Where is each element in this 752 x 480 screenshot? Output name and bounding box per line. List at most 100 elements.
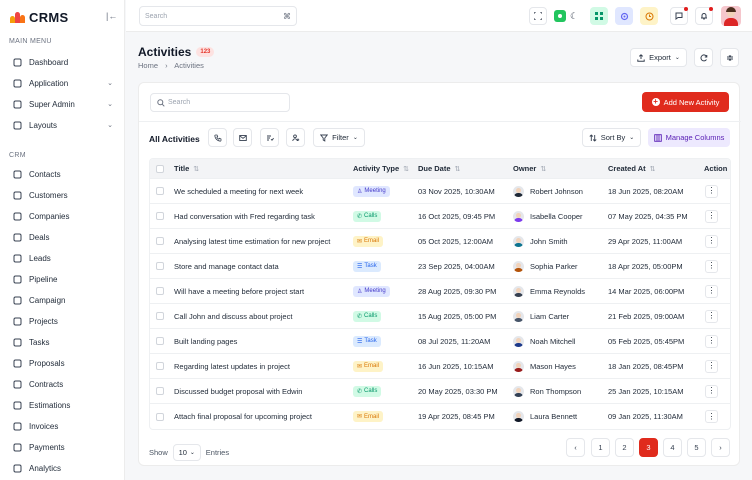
sidebar-item-label: Proposals (29, 359, 65, 368)
row-checkbox[interactable] (156, 404, 164, 429)
select-all-checkbox[interactable] (156, 159, 164, 178)
row-checkbox[interactable] (156, 254, 164, 278)
table-row[interactable]: We scheduled a meeting for next week ♙ Mee… (150, 179, 730, 204)
notifications-button[interactable] (695, 7, 713, 25)
sidebar-item-customers[interactable]: Customers (0, 185, 125, 206)
messages-button[interactable] (670, 7, 688, 25)
settings-button[interactable] (615, 7, 633, 25)
activity-title[interactable]: Will have a meeting before project start (174, 279, 304, 303)
export-dropdown[interactable]: Export ⌄ (630, 48, 687, 67)
activity-title[interactable]: Attach final proposal for upcoming proje… (174, 404, 312, 429)
sidebar-item-projects[interactable]: Projects (0, 311, 125, 332)
header-owner[interactable]: Owner ⇅ (513, 159, 546, 178)
moon-icon[interactable]: ☾ (570, 11, 578, 22)
more-vertical-icon[interactable]: ⋮ (705, 284, 718, 298)
filter-meeting-button[interactable] (286, 128, 305, 147)
sidebar-item-application[interactable]: Application ⌄ (0, 73, 125, 94)
filter-dropdown[interactable]: Filter ⌄ (313, 128, 365, 147)
more-vertical-icon[interactable]: ⋮ (705, 209, 718, 223)
page-button-5[interactable]: 5 (687, 438, 706, 457)
sidebar-item-leads[interactable]: Leads (0, 248, 125, 269)
row-checkbox[interactable] (156, 379, 164, 403)
logo[interactable]: CRMS (10, 9, 68, 25)
header-activity-type[interactable]: Activity Type ⇅ (353, 159, 409, 178)
row-checkbox[interactable] (156, 229, 164, 253)
table-row[interactable]: Attach final proposal for upcoming proje… (150, 404, 730, 429)
header-title[interactable]: Title ⇅ (174, 159, 199, 178)
prev-page-button-chevron-left-icon[interactable]: ‹ (566, 438, 585, 457)
add-new-activity-button[interactable]: + Add New Activity (642, 92, 729, 112)
activities-search-input[interactable]: Search (150, 93, 290, 112)
sidebar-item-tasks[interactable]: Tasks (0, 332, 125, 353)
row-checkbox[interactable] (156, 329, 164, 353)
page-button-1[interactable]: 1 (591, 438, 610, 457)
table-row[interactable]: Analysing latest time estimation for new… (150, 229, 730, 254)
entries-dropdown[interactable]: 10 ⌄ (172, 444, 201, 461)
manage-columns-button[interactable]: Manage Columns (648, 128, 730, 147)
activity-title[interactable]: Call John and discuss about project (174, 304, 292, 328)
more-vertical-icon[interactable]: ⋮ (705, 309, 718, 323)
table-row[interactable]: Store and manage contact data ☰ Task 23 Sep… (150, 254, 730, 279)
sidebar-item-invoices[interactable]: Invoices (0, 416, 125, 437)
activity-title[interactable]: Discussed budget proposal with Edwin (174, 379, 302, 403)
sidebar-item-dashboard[interactable]: Dashboard (0, 52, 125, 73)
sidebar-item-contracts[interactable]: Contracts (0, 374, 125, 395)
sidebar-item-deals[interactable]: Deals (0, 227, 125, 248)
filter-calls-button[interactable] (208, 128, 227, 147)
table-row[interactable]: Built landing pages ☰ Task 08 Jul 2025, 11:… (150, 329, 730, 354)
breadcrumb-home[interactable]: Home (138, 61, 158, 70)
more-vertical-icon[interactable]: ⋮ (705, 410, 718, 423)
fullscreen-button[interactable] (529, 7, 547, 25)
page-button-4[interactable]: 4 (663, 438, 682, 457)
row-checkbox[interactable] (156, 179, 164, 203)
row-checkbox[interactable] (156, 304, 164, 328)
clock-button[interactable] (640, 7, 658, 25)
activity-title[interactable]: Regarding latest updates in project (174, 354, 290, 378)
row-checkbox[interactable] (156, 279, 164, 303)
global-search-input[interactable]: Search ⌘ (139, 6, 297, 26)
more-vertical-icon[interactable]: ⋮ (705, 334, 718, 348)
user-avatar[interactable] (721, 6, 741, 26)
sidebar-item-layouts[interactable]: Layouts ⌄ (0, 115, 125, 136)
table-row[interactable]: Will have a meeting before project start… (150, 279, 730, 304)
row-checkbox[interactable] (156, 204, 164, 228)
more-vertical-icon[interactable]: ⋮ (705, 384, 718, 398)
sidebar-item-estimations[interactable]: Estimations (0, 395, 125, 416)
page-button-3[interactable]: 3 (639, 438, 658, 457)
activity-title[interactable]: Analysing latest time estimation for new… (174, 229, 330, 253)
sidebar-item-companies[interactable]: Companies (0, 206, 125, 227)
sidebar-item-pipeline[interactable]: Pipeline (0, 269, 125, 290)
table-row[interactable]: Regarding latest updates in project ✉ Emai… (150, 354, 730, 379)
filter-email-button[interactable] (233, 128, 252, 147)
activity-title[interactable]: Built landing pages (174, 329, 237, 353)
sort-by-dropdown[interactable]: Sort By ⌄ (582, 128, 641, 147)
more-vertical-icon[interactable]: ⋮ (705, 259, 718, 273)
sidebar-item-proposals[interactable]: Proposals (0, 353, 125, 374)
refresh-button[interactable] (694, 48, 713, 67)
header-due-date[interactable]: Due Date ⇅ (418, 159, 460, 178)
more-vertical-icon[interactable]: ⋮ (705, 184, 718, 198)
filter-task-button[interactable] (260, 128, 279, 147)
activity-title[interactable]: Store and manage contact data (174, 254, 279, 278)
sidebar-item-payments[interactable]: Payments (0, 437, 125, 458)
table-row[interactable]: Discussed budget proposal with Edwin ✆ Cal… (150, 379, 730, 404)
page-button-2[interactable]: 2 (615, 438, 634, 457)
more-vertical-icon[interactable]: ⋮ (705, 359, 718, 373)
collapse-header-button[interactable] (720, 48, 739, 67)
sidebar-item-super-admin[interactable]: Super Admin ⌄ (0, 94, 125, 115)
sun-icon[interactable] (554, 10, 566, 22)
apps-button[interactable] (590, 7, 608, 25)
sidebar-item-campaign[interactable]: Campaign (0, 290, 125, 311)
row-checkbox[interactable] (156, 354, 164, 378)
sidebar-item-contacts[interactable]: Contacts (0, 164, 125, 185)
collapse-sidebar-icon[interactable]: |← (106, 11, 117, 21)
sidebar-item-analytics[interactable]: Analytics (0, 458, 125, 479)
activity-title[interactable]: We scheduled a meeting for next week (174, 179, 303, 203)
more-vertical-icon[interactable]: ⋮ (705, 234, 718, 248)
theme-toggle[interactable]: ☾ (554, 7, 584, 25)
header-created-at[interactable]: Created At ⇅ (608, 159, 656, 178)
table-row[interactable]: Call John and discuss about project ✆ Call… (150, 304, 730, 329)
next-page-button-chevron-right-icon[interactable]: › (711, 438, 730, 457)
table-row[interactable]: Had conversation with Fred regarding tas… (150, 204, 730, 229)
activity-title[interactable]: Had conversation with Fred regarding tas… (174, 204, 315, 228)
